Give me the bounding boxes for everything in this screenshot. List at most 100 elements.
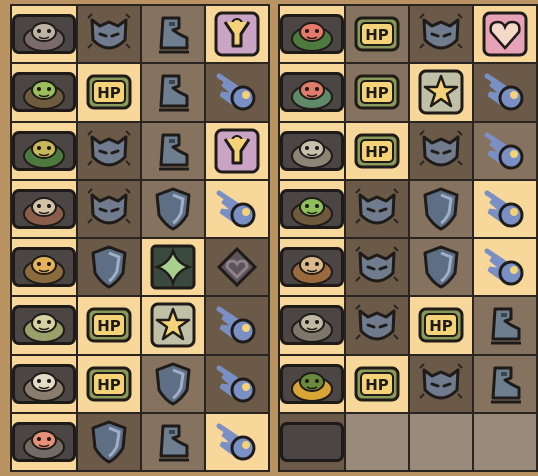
boot-icon xyxy=(147,416,199,468)
hp-label: HP xyxy=(365,84,389,102)
hp-label: HP xyxy=(365,143,389,161)
left-portrait-cell[interactable] xyxy=(12,239,76,296)
left-trait-slot[interactable] xyxy=(78,122,140,179)
shield-icon xyxy=(415,241,467,293)
left-trait-slot[interactable] xyxy=(206,297,268,354)
boot-icon xyxy=(147,8,199,60)
dragon-monster-portrait xyxy=(280,72,344,113)
right-portrait-cell[interactable] xyxy=(280,355,344,412)
left-trait-slot[interactable]: HP xyxy=(78,297,140,354)
hp-label: HP xyxy=(365,26,389,44)
jump-icon xyxy=(211,8,263,60)
left-portrait-cell[interactable] xyxy=(12,6,76,63)
helmet-icon xyxy=(415,8,467,60)
mushroom-man-portrait xyxy=(280,247,344,288)
right-portrait-cell[interactable] xyxy=(280,122,344,179)
left-trait-slot[interactable] xyxy=(142,6,204,63)
right-portrait-cell[interactable] xyxy=(280,64,344,121)
right-portrait-cell[interactable] xyxy=(280,297,344,354)
right-trait-slot[interactable] xyxy=(474,122,536,179)
shield-icon xyxy=(147,358,199,410)
mushroom-cap-monster-portrait xyxy=(12,305,76,346)
right-trait-slot[interactable] xyxy=(474,297,536,354)
right-trait-slot[interactable] xyxy=(410,355,472,412)
right-trait-slot[interactable]: HP xyxy=(346,6,408,63)
owl-monster-portrait xyxy=(12,247,76,288)
right-trait-slot[interactable] xyxy=(410,239,472,296)
hp-icon: HP xyxy=(351,8,403,60)
right-monster-grid: HP HP HP HP HP xyxy=(278,4,538,472)
left-trait-slot[interactable] xyxy=(78,413,140,470)
left-trait-slot[interactable] xyxy=(78,6,140,63)
hp-icon: HP xyxy=(415,299,467,351)
right-trait-slot[interactable] xyxy=(346,297,408,354)
comet-icon xyxy=(479,125,531,177)
right-trait-slot[interactable] xyxy=(474,239,536,296)
helmet-icon xyxy=(351,241,403,293)
left-trait-slot[interactable] xyxy=(206,122,268,179)
right-trait-slot[interactable]: HP xyxy=(346,355,408,412)
helmet-icon xyxy=(83,125,135,177)
right-trait-slot[interactable] xyxy=(410,122,472,179)
left-trait-slot[interactable] xyxy=(78,180,140,237)
hp-label: HP xyxy=(429,317,453,335)
boot-icon xyxy=(147,125,199,177)
helmet-icon xyxy=(351,299,403,351)
left-portrait-cell[interactable] xyxy=(12,297,76,354)
right-portrait-cell[interactable] xyxy=(280,6,344,63)
left-trait-slot[interactable] xyxy=(142,239,204,296)
left-trait-slot[interactable] xyxy=(142,122,204,179)
comet-icon xyxy=(211,299,263,351)
left-trait-slot[interactable] xyxy=(142,297,204,354)
right-trait-slot[interactable]: HP xyxy=(410,297,472,354)
left-trait-slot[interactable] xyxy=(206,64,268,121)
left-trait-slot[interactable] xyxy=(78,239,140,296)
left-trait-slot[interactable] xyxy=(206,355,268,412)
left-portrait-cell[interactable] xyxy=(12,122,76,179)
left-monster-grid: HP HP HP xyxy=(10,4,270,472)
left-portrait-cell[interactable] xyxy=(12,180,76,237)
hp-icon: HP xyxy=(351,358,403,410)
comet-icon xyxy=(479,183,531,235)
right-trait-slot xyxy=(410,413,472,470)
right-portrait-cell[interactable] xyxy=(280,180,344,237)
right-trait-slot[interactable]: HP xyxy=(346,64,408,121)
right-trait-slot[interactable]: HP xyxy=(346,122,408,179)
left-portrait-cell[interactable] xyxy=(12,413,76,470)
right-trait-slot[interactable] xyxy=(410,6,472,63)
comet-icon xyxy=(211,358,263,410)
hp-label: HP xyxy=(97,84,121,102)
right-portrait-cell[interactable] xyxy=(280,413,344,470)
star-icon xyxy=(415,66,467,118)
hp-label: HP xyxy=(97,376,121,394)
left-portrait-cell[interactable] xyxy=(12,355,76,412)
helmet-icon xyxy=(415,125,467,177)
right-trait-slot[interactable] xyxy=(346,239,408,296)
left-trait-slot[interactable] xyxy=(206,6,268,63)
jump-icon xyxy=(211,125,263,177)
left-trait-slot[interactable] xyxy=(142,180,204,237)
right-trait-slot[interactable] xyxy=(474,6,536,63)
rock-flower-monster-portrait xyxy=(12,421,76,462)
left-portrait-cell[interactable] xyxy=(12,64,76,121)
boot-icon xyxy=(147,66,199,118)
hp-label: HP xyxy=(97,317,121,335)
left-trait-slot[interactable] xyxy=(206,180,268,237)
right-trait-slot[interactable] xyxy=(474,355,536,412)
left-trait-slot[interactable] xyxy=(142,64,204,121)
left-trait-slot[interactable]: HP xyxy=(78,355,140,412)
left-trait-slot[interactable] xyxy=(142,355,204,412)
diamond-heart-icon xyxy=(211,241,263,293)
left-trait-slot[interactable] xyxy=(142,413,204,470)
right-trait-slot[interactable] xyxy=(474,180,536,237)
left-trait-slot[interactable] xyxy=(206,239,268,296)
right-portrait-cell[interactable] xyxy=(280,239,344,296)
helmet-icon xyxy=(83,183,135,235)
right-trait-slot[interactable] xyxy=(346,180,408,237)
left-trait-slot[interactable]: HP xyxy=(78,64,140,121)
right-trait-slot[interactable] xyxy=(474,64,536,121)
boot-icon xyxy=(479,358,531,410)
right-trait-slot[interactable] xyxy=(410,180,472,237)
left-trait-slot[interactable] xyxy=(206,413,268,470)
right-trait-slot[interactable] xyxy=(410,64,472,121)
